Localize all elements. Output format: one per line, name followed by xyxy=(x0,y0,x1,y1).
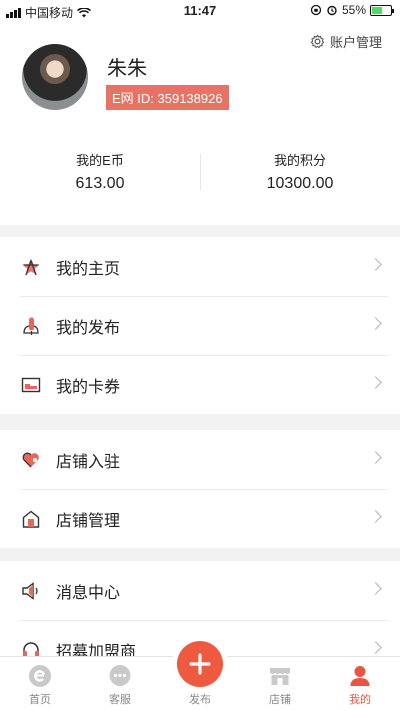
tab-label: 店铺 xyxy=(269,694,291,706)
publish-button[interactable] xyxy=(177,641,223,687)
e-coin-stat[interactable]: 我的E币 613.00 xyxy=(0,150,200,193)
battery-percent: 55% xyxy=(341,3,366,17)
menu-label: 我的卡券 xyxy=(56,378,121,396)
chevron-right-icon xyxy=(369,258,382,271)
menu-item-my-coupons[interactable]: 我的卡券 xyxy=(0,355,400,414)
tab-label: 首页 xyxy=(29,694,51,706)
menu-item-message-center[interactable]: 消息中心 xyxy=(0,561,400,620)
user-id-badge: E网 ID: 359138926 xyxy=(106,85,229,110)
menu-label: 店铺管理 xyxy=(56,512,121,530)
stat-value: 10300.00 xyxy=(266,175,334,192)
stat-label: 我的积分 xyxy=(273,153,326,168)
account-management-button[interactable]: 账户管理 xyxy=(310,32,382,51)
menu-group-store: 店铺入驻 店铺管理 xyxy=(0,430,400,548)
chevron-right-icon xyxy=(369,376,382,389)
heart-icon xyxy=(20,449,42,471)
tab-home[interactable]: 首页 xyxy=(0,657,80,711)
menu-label: 我的主页 xyxy=(56,260,121,278)
menu-group-personal: 我的主页 我的发布 我的卡券 xyxy=(0,237,400,414)
alarm-icon xyxy=(327,5,337,16)
tab-mine[interactable]: 我的 xyxy=(320,657,400,711)
chevron-right-icon xyxy=(369,582,382,595)
speaker-icon xyxy=(20,580,42,602)
menu-item-store-management[interactable]: 店铺管理 xyxy=(0,489,400,548)
chevron-right-icon xyxy=(369,451,382,464)
user-name: 朱朱 xyxy=(107,58,147,80)
chevron-right-icon xyxy=(369,641,382,654)
menu-label: 店铺入驻 xyxy=(56,453,121,471)
tab-customer-service[interactable]: 客服 xyxy=(80,657,160,711)
gear-icon xyxy=(310,34,325,49)
menu-label: 消息中心 xyxy=(56,584,121,602)
profile-header: 账户管理 朱朱 E网 ID: 359138926 我的E币 613.00 我的积… xyxy=(0,22,400,225)
tab-label: 我的 xyxy=(349,694,371,706)
plus-icon xyxy=(189,653,211,675)
menu-item-homepage[interactable]: 我的主页 xyxy=(0,237,400,296)
tab-label: 客服 xyxy=(109,694,131,706)
points-stat[interactable]: 我的积分 10300.00 xyxy=(200,150,400,193)
account-management-label: 账户管理 xyxy=(329,35,382,50)
stat-label: 我的E币 xyxy=(76,153,124,168)
tab-store[interactable]: 店铺 xyxy=(240,657,320,711)
chevron-right-icon xyxy=(369,317,382,330)
pen-icon xyxy=(20,315,42,337)
store-icon xyxy=(268,664,292,688)
chevron-right-icon xyxy=(369,510,382,523)
menu-item-store-join[interactable]: 店铺入驻 xyxy=(0,430,400,489)
tab-label: 发布 xyxy=(189,694,211,706)
orientation-lock-icon xyxy=(310,4,322,16)
avatar[interactable] xyxy=(22,44,88,110)
coupon-icon xyxy=(20,374,42,396)
menu-item-my-posts[interactable]: 我的发布 xyxy=(0,296,400,355)
star-icon xyxy=(20,256,42,278)
menu-label: 我的发布 xyxy=(56,319,121,337)
battery-icon xyxy=(370,4,394,16)
home-e-icon xyxy=(28,664,52,688)
chat-icon xyxy=(108,664,132,688)
house-icon xyxy=(20,508,42,530)
stat-value: 613.00 xyxy=(75,175,125,192)
status-bar: 中国移动 11:47 55% xyxy=(0,0,400,22)
person-icon xyxy=(348,664,372,688)
